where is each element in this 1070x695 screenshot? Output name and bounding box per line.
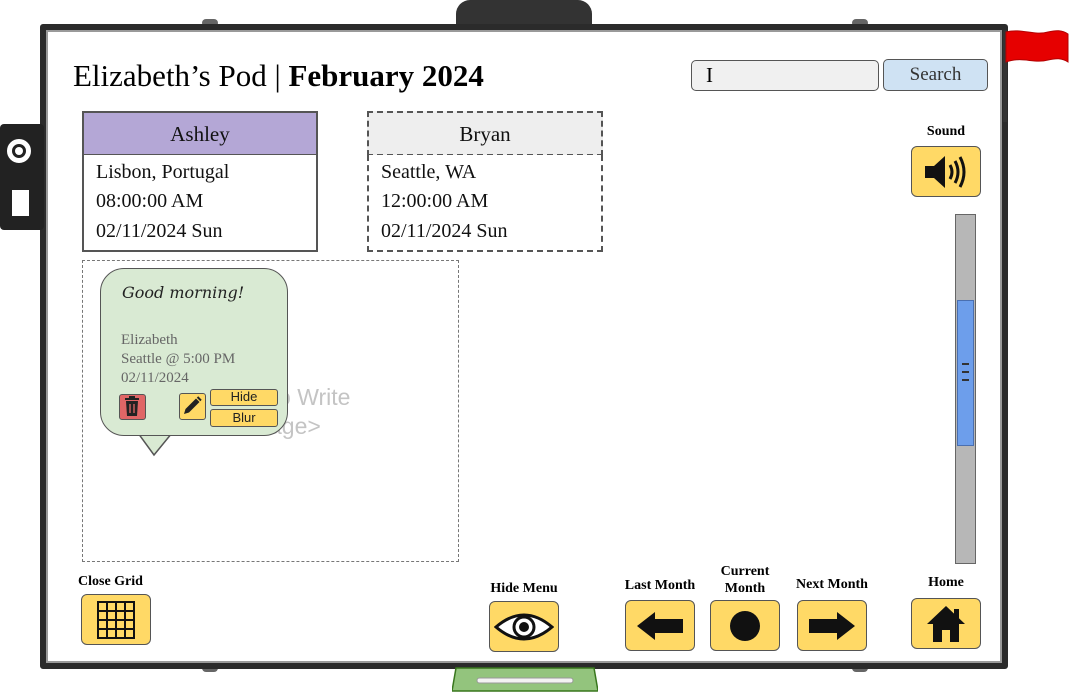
sound-label: Sound: [926, 124, 966, 139]
search-button[interactable]: Search: [883, 59, 988, 91]
sound-button[interactable]: [911, 146, 981, 197]
close-grid-label: Close Grid: [78, 574, 143, 589]
page-title: Elizabeth’s Pod | February 2024: [73, 58, 484, 94]
close-grid-button[interactable]: [81, 594, 151, 645]
edit-note-button[interactable]: [179, 393, 206, 420]
arrow-left-icon: [637, 611, 683, 640]
marker-tray: [452, 667, 598, 692]
home-button[interactable]: [911, 598, 981, 649]
note-greeting: Good morning!: [122, 283, 245, 302]
circle-icon: [730, 610, 760, 641]
note-author: Elizabeth: [121, 332, 178, 348]
last-month-button[interactable]: [625, 600, 695, 651]
eye-icon: [494, 613, 554, 640]
speaker-icon: [925, 155, 966, 188]
pencil-icon: [184, 396, 202, 414]
trash-icon: [125, 396, 139, 416]
record-icon[interactable]: [7, 139, 31, 163]
delete-note-button[interactable]: [119, 394, 146, 420]
grid-icon: [97, 600, 135, 639]
search-input[interactable]: [691, 60, 879, 91]
home-icon: [927, 605, 965, 642]
note-location-time: Seattle @ 5:00 PM: [121, 351, 236, 367]
member-time: 12:00:00 AM: [381, 190, 489, 212]
current-month-label: Current Month: [705, 563, 785, 597]
current-month-label-line: Month: [724, 581, 766, 596]
member-date: 02/11/2024 Sun: [96, 220, 223, 242]
member-card-ashley-header[interactable]: Ashley: [82, 111, 318, 156]
note-tail: [137, 433, 173, 457]
marker-icon[interactable]: [12, 190, 29, 216]
hide-note-button[interactable]: Hide: [210, 389, 278, 406]
last-month-label: Last Month: [624, 578, 696, 593]
next-month-label: Next Month: [796, 577, 868, 592]
next-month-button[interactable]: [797, 600, 867, 651]
current-month-title: February 2024: [288, 58, 484, 93]
flag-icon[interactable]: [1004, 28, 1070, 72]
hide-menu-label: Hide Menu: [490, 581, 558, 596]
current-month-label-line: Current: [720, 564, 770, 579]
pod-name: Elizabeth’s Pod |: [73, 58, 289, 93]
note-date: 02/11/2024: [121, 370, 189, 386]
member-time: 08:00:00 AM: [96, 190, 204, 212]
home-label: Home: [928, 575, 964, 590]
scrollbar-thumb[interactable]: [957, 300, 974, 446]
arrow-right-icon: [809, 611, 855, 640]
member-location: Seattle, WA: [381, 161, 477, 183]
hide-menu-button[interactable]: [489, 601, 559, 652]
member-card-bryan-header[interactable]: Bryan: [367, 111, 603, 156]
blur-note-button[interactable]: Blur: [210, 409, 278, 427]
member-date: 02/11/2024 Sun: [381, 220, 508, 242]
current-month-button[interactable]: [710, 600, 780, 651]
member-location: Lisbon, Portugal: [96, 161, 230, 183]
